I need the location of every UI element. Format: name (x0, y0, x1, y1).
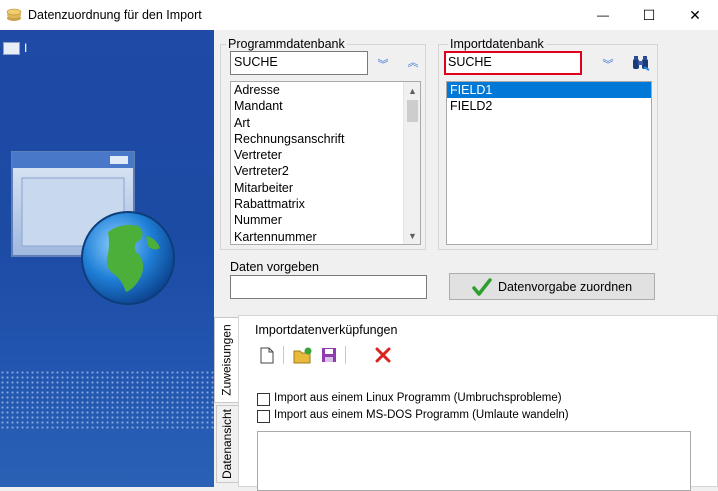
program-field-item[interactable]: Mandant (231, 98, 420, 114)
close-button[interactable]: ✕ (672, 0, 718, 30)
delete-button[interactable] (373, 345, 393, 365)
scroll-thumb[interactable] (407, 100, 418, 122)
program-db-label: Programmdatenbank (226, 37, 347, 51)
minimize-button[interactable]: — (580, 0, 626, 30)
import-links-memo[interactable] (257, 431, 691, 491)
program-field-item[interactable]: Rabattmatrix (231, 196, 420, 212)
title-bar: Datenzuordnung für den Import — ☐ ✕ (0, 0, 718, 30)
program-field-item[interactable]: Vertreter (231, 147, 420, 163)
assign-defaults-label: Datenvorgabe zuordnen (497, 279, 633, 294)
close-icon: ✕ (689, 6, 701, 23)
minimize-icon: — (597, 8, 609, 22)
program-field-item[interactable]: Mitarbeiter (231, 180, 420, 196)
left-banner: I (0, 30, 214, 487)
find-button[interactable] (629, 52, 653, 74)
main-area: Programmdatenbank SUCHE ︾ ︽ Adresse Manda… (214, 30, 718, 491)
chevron-double-down-icon: ︾ (377, 59, 389, 71)
scroll-down-icon[interactable]: ▼ (404, 227, 420, 244)
window-title: Datenzuordnung für den Import (28, 8, 202, 22)
program-field-item[interactable]: Kartennummer (231, 229, 420, 244)
import-search-input[interactable]: SUCHE (444, 51, 582, 75)
defaults-label: Daten vorgeben (230, 260, 319, 274)
binoculars-icon (633, 56, 650, 71)
defaults-input[interactable] (230, 275, 427, 299)
vertical-tabs: Zuweisungen Datenansicht (214, 317, 238, 487)
delete-x-icon (375, 347, 391, 363)
import-links-title: Importdatenverküpfungen (255, 323, 398, 337)
program-field-item[interactable]: Adresse (231, 82, 420, 98)
program-field-item[interactable]: Vertreter2 (231, 163, 420, 179)
window-globe-icon (11, 151, 175, 305)
maximize-button[interactable]: ☐ (626, 0, 672, 30)
chevron-double-up-icon: ︽ (407, 57, 419, 69)
save-disk-icon (322, 348, 336, 362)
banner-pattern (0, 370, 214, 430)
save-button[interactable] (319, 345, 339, 365)
new-button[interactable] (257, 345, 277, 365)
banner-small-icon (3, 42, 20, 55)
import-field-list[interactable]: FIELD1 FIELD2 (446, 81, 652, 245)
program-field-item[interactable]: Art (231, 115, 420, 131)
open-folder-icon (293, 347, 312, 363)
import-search-down-button[interactable]: ︾ (598, 54, 618, 74)
program-field-item[interactable]: Rechnungsanschrift (231, 131, 420, 147)
dos-import-label: Import aus einem MS-DOS Programm (Umlaut… (274, 409, 569, 421)
assign-defaults-button[interactable]: Datenvorgabe zuordnen (449, 273, 655, 300)
new-document-icon (260, 347, 274, 363)
linux-import-label: Import aus einem Linux Programm (Umbruch… (274, 392, 562, 404)
program-search-input[interactable]: SUCHE (230, 51, 368, 75)
program-field-item[interactable]: Nummer (231, 212, 420, 228)
app-icon (6, 8, 22, 21)
import-field-item[interactable]: FIELD2 (447, 98, 651, 114)
checkmark-icon (472, 277, 492, 296)
program-field-list[interactable]: Adresse Mandant Art Rechnungsanschrift Vertr… (230, 81, 421, 245)
toolbar-separator (283, 346, 284, 364)
scroll-up-icon[interactable]: ▲ (404, 82, 420, 99)
assignments-panel: Importdatenverküpfungen Import aus einem… (238, 315, 718, 491)
banner-caption: I (24, 41, 28, 55)
import-db-label: Importdatenbank (448, 37, 546, 51)
tab-zuweisungen[interactable]: Zuweisungen (214, 317, 238, 403)
search-down-button[interactable]: ︾ (373, 54, 393, 74)
import-field-item[interactable]: FIELD1 (447, 82, 651, 99)
open-button[interactable] (293, 345, 313, 365)
maximize-icon: ☐ (642, 6, 656, 23)
linux-import-checkbox[interactable] (257, 393, 270, 406)
program-list-scrollbar[interactable]: ▲ ▼ (403, 82, 420, 244)
dos-import-checkbox[interactable] (257, 410, 270, 423)
search-up-button[interactable]: ︽ (403, 52, 423, 72)
chevron-double-down-icon: ︾ (602, 59, 614, 71)
tab-datenansicht[interactable]: Datenansicht (216, 405, 238, 483)
toolbar-separator (345, 346, 346, 364)
